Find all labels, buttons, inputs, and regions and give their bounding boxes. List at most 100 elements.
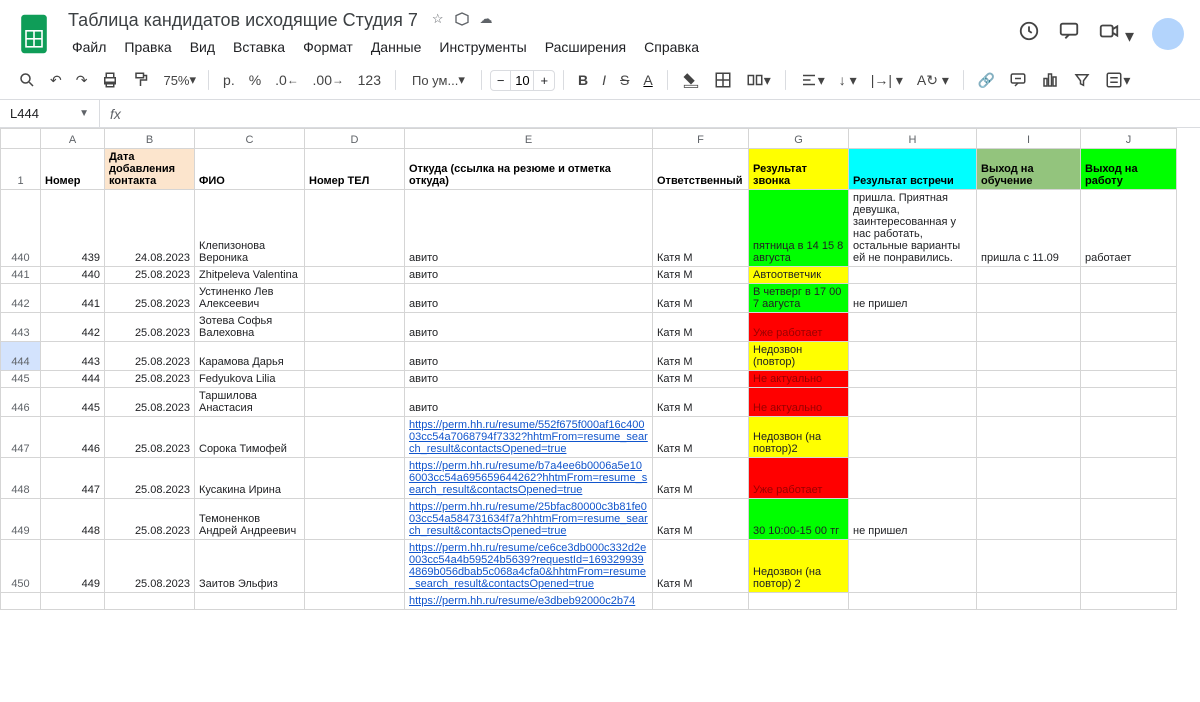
cell[interactable]: [305, 388, 405, 417]
cell[interactable]: 25.08.2023: [105, 499, 195, 540]
header-cell-H[interactable]: Результат встречи: [849, 149, 977, 190]
doc-title[interactable]: Таблица кандидатов исходящие Студия 7: [64, 8, 422, 33]
cell[interactable]: [305, 499, 405, 540]
text-color-button[interactable]: A: [637, 68, 658, 92]
cell[interactable]: Катя М: [653, 499, 749, 540]
cell[interactable]: [1081, 540, 1177, 593]
cell[interactable]: [305, 190, 405, 267]
col-header-D[interactable]: D: [305, 129, 405, 149]
cell[interactable]: [977, 499, 1081, 540]
cell[interactable]: https://perm.hh.ru/resume/25bfac80000c3b…: [405, 499, 653, 540]
font-select[interactable]: По ум... ▾: [404, 70, 473, 90]
comment-button[interactable]: [1003, 67, 1033, 93]
cell[interactable]: [1081, 388, 1177, 417]
header-cell-I[interactable]: Выход на обучение: [977, 149, 1081, 190]
cell[interactable]: [977, 540, 1081, 593]
cell[interactable]: 25.08.2023: [105, 540, 195, 593]
cell[interactable]: пришла с 11.09: [977, 190, 1081, 267]
cell[interactable]: Уже работает: [749, 458, 849, 499]
chart-button[interactable]: [1035, 67, 1065, 93]
search-icon[interactable]: [12, 67, 42, 93]
cell[interactable]: не пришел: [849, 499, 977, 540]
cell[interactable]: Не актуально: [749, 388, 849, 417]
cell[interactable]: https://perm.hh.ru/resume/e3dbeb92000c2b…: [405, 593, 653, 610]
cell[interactable]: Кусакина Ирина: [195, 458, 305, 499]
cell[interactable]: Катя М: [653, 417, 749, 458]
menu-Вставка[interactable]: Вставка: [225, 35, 293, 59]
cell[interactable]: Недозвон (на повтор) 2: [749, 540, 849, 593]
cell[interactable]: [1081, 417, 1177, 458]
row-header[interactable]: 445: [1, 371, 41, 388]
cell[interactable]: Fedyukova Lilia: [195, 371, 305, 388]
percent-button[interactable]: %: [243, 68, 267, 92]
cell[interactable]: [849, 313, 977, 342]
cell[interactable]: [977, 371, 1081, 388]
cell[interactable]: 25.08.2023: [105, 313, 195, 342]
cell[interactable]: 441: [41, 284, 105, 313]
cell[interactable]: В четверг в 17 00 7 аагуста: [749, 284, 849, 313]
cell[interactable]: [977, 284, 1081, 313]
row-header[interactable]: 441: [1, 267, 41, 284]
cell[interactable]: Катя М: [653, 458, 749, 499]
strike-button[interactable]: S: [614, 68, 635, 92]
cell[interactable]: 448: [41, 499, 105, 540]
font-size-input[interactable]: [510, 71, 534, 90]
row-header[interactable]: 444: [1, 342, 41, 371]
cell[interactable]: Катя М: [653, 267, 749, 284]
cloud-icon[interactable]: ☁: [480, 11, 493, 30]
row-header[interactable]: 446: [1, 388, 41, 417]
cell[interactable]: Уже работает: [749, 313, 849, 342]
decrease-decimal-button[interactable]: .0←: [269, 68, 304, 92]
col-header-J[interactable]: J: [1081, 129, 1177, 149]
name-box[interactable]: L444▼: [0, 100, 100, 127]
cell[interactable]: Катя М: [653, 540, 749, 593]
cell[interactable]: Недозвон (на повтор)2: [749, 417, 849, 458]
cell[interactable]: [977, 267, 1081, 284]
cell[interactable]: Таршилова Анастасия: [195, 388, 305, 417]
wrap-button[interactable]: |→| ▾: [865, 68, 909, 93]
col-header-B[interactable]: B: [105, 129, 195, 149]
cell[interactable]: [1081, 458, 1177, 499]
select-all-corner[interactable]: [1, 129, 41, 149]
header-cell-B[interactable]: Дата добавления контакта: [105, 149, 195, 190]
cell[interactable]: пришла. Приятная девушка, заинтересованн…: [849, 190, 977, 267]
col-header-A[interactable]: A: [41, 129, 105, 149]
cell[interactable]: 443: [41, 342, 105, 371]
cell[interactable]: авито: [405, 284, 653, 313]
menu-Расширения[interactable]: Расширения: [537, 35, 634, 59]
cell[interactable]: [305, 267, 405, 284]
cell[interactable]: [849, 267, 977, 284]
cell[interactable]: [1081, 371, 1177, 388]
header-cell-E[interactable]: Откуда (ссылка на резюме и отметка откуд…: [405, 149, 653, 190]
merge-button[interactable]: ▾: [740, 67, 777, 93]
cell[interactable]: [977, 342, 1081, 371]
cell[interactable]: Устиненко Лев Алексеевич: [195, 284, 305, 313]
row-header[interactable]: [1, 593, 41, 610]
cell[interactable]: 25.08.2023: [105, 284, 195, 313]
menu-Файл[interactable]: Файл: [64, 35, 114, 59]
move-icon[interactable]: [454, 11, 470, 30]
cell[interactable]: 25.08.2023: [105, 388, 195, 417]
comment-icon[interactable]: [1058, 20, 1080, 47]
cell[interactable]: https://perm.hh.ru/resume/b7a4ee6b0006a5…: [405, 458, 653, 499]
menu-Данные[interactable]: Данные: [363, 35, 430, 59]
menu-Вид[interactable]: Вид: [182, 35, 223, 59]
cell[interactable]: [305, 371, 405, 388]
cell[interactable]: [977, 458, 1081, 499]
cell[interactable]: Катя М: [653, 313, 749, 342]
history-icon[interactable]: [1018, 20, 1040, 47]
cell[interactable]: Катя М: [653, 388, 749, 417]
row-header[interactable]: 449: [1, 499, 41, 540]
cell[interactable]: авито: [405, 388, 653, 417]
cell[interactable]: 24.08.2023: [105, 190, 195, 267]
grid[interactable]: ABCDEFGHIJ 1НомерДата добавления контакт…: [0, 128, 1200, 670]
cell[interactable]: работает: [1081, 190, 1177, 267]
cell[interactable]: Катя М: [653, 371, 749, 388]
cell[interactable]: [1081, 342, 1177, 371]
sheets-logo[interactable]: [16, 10, 52, 58]
row-header[interactable]: 1: [1, 149, 41, 190]
cell[interactable]: [977, 593, 1081, 610]
row-header[interactable]: 443: [1, 313, 41, 342]
cell[interactable]: [1081, 267, 1177, 284]
cell[interactable]: 30 10:00-15 00 тг: [749, 499, 849, 540]
